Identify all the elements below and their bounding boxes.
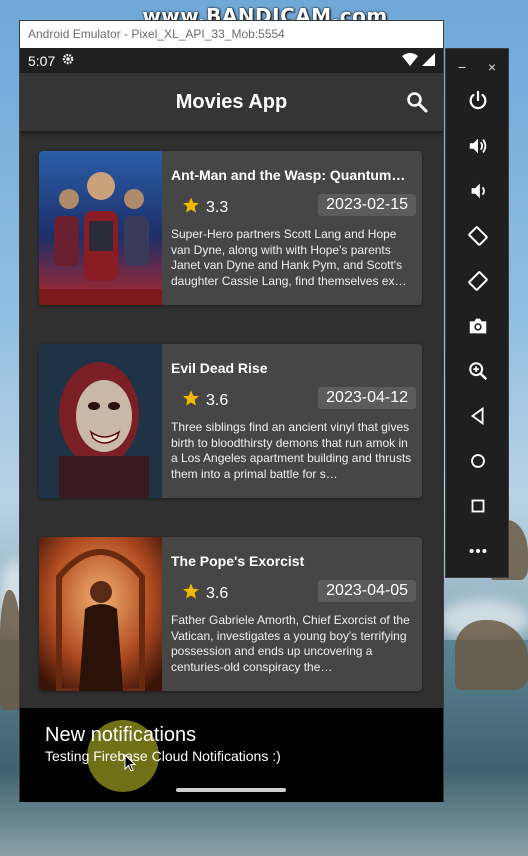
back-icon [467, 405, 489, 432]
home-icon [467, 450, 489, 477]
wifi-icon [402, 52, 418, 69]
release-date: 2023-04-12 [318, 387, 416, 409]
close-button[interactable]: × [488, 59, 496, 81]
star-icon [182, 389, 200, 412]
rotate-left-button[interactable] [446, 216, 510, 261]
volume-up-button[interactable] [446, 126, 510, 171]
signal-icon [422, 52, 435, 69]
movie-card[interactable]: Ant-Man and the Wasp: Quantum… 3.3 2023-… [39, 151, 422, 305]
rotate-right-button[interactable] [446, 261, 510, 306]
camera-icon [467, 315, 489, 342]
movie-card[interactable]: Evil Dead Rise 3.6 2023-04-12 Three sibl… [39, 344, 422, 498]
movie-title: Ant-Man and the Wasp: Quantum… [171, 167, 406, 183]
rotate-right-icon [467, 270, 489, 297]
movie-overview: Super-Hero partners Scott Lang and Hope … [171, 227, 407, 288]
movie-rating: 3.6 [182, 582, 228, 605]
emulator-window: Android Emulator - Pixel_XL_API_33_Mob:5… [19, 20, 444, 802]
back-button[interactable] [446, 396, 510, 441]
volume-down-icon [467, 180, 489, 207]
home-button[interactable] [446, 441, 510, 486]
volume-down-button[interactable] [446, 171, 510, 216]
gesture-nav-handle[interactable] [176, 788, 286, 792]
star-icon [182, 582, 200, 605]
search-icon[interactable] [405, 90, 429, 114]
movie-rating: 3.6 [182, 389, 228, 412]
rating-value: 3.6 [206, 391, 229, 409]
movie-poster [39, 537, 162, 691]
notification-banner[interactable]: New notifications Testing Firebase Cloud… [20, 708, 443, 802]
rating-value: 3.3 [206, 198, 229, 216]
volume-up-icon [467, 135, 489, 162]
zoom-icon [467, 360, 489, 387]
overview-button[interactable] [446, 486, 510, 531]
emulator-title: Android Emulator - Pixel_XL_API_33_Mob:5… [20, 21, 443, 48]
mouse-cursor-icon [124, 753, 137, 777]
movie-card[interactable]: The Pope's Exorcist 3.6 2023-04-05 Fathe… [39, 537, 422, 691]
movie-overview: Three siblings find an ancient vinyl tha… [171, 420, 412, 481]
movie-title: The Pope's Exorcist [171, 553, 305, 569]
movie-rating: 3.3 [182, 196, 228, 219]
overview-icon [467, 495, 489, 522]
power-icon [467, 90, 489, 117]
notification-body: Testing Firebase Cloud Notifications :) [45, 748, 281, 764]
app-title: Movies App [175, 90, 288, 113]
more-icon [467, 540, 489, 567]
status-bar: 5:07 [20, 48, 443, 73]
movie-poster [39, 151, 162, 305]
zoom-button[interactable] [446, 351, 510, 396]
release-date: 2023-02-15 [318, 194, 416, 216]
screenshot-button[interactable] [446, 306, 510, 351]
phone-screen: 5:07 Movies App Ant-Man and the Wasp: Qu… [20, 48, 443, 802]
app-bar: Movies App [20, 73, 443, 131]
rating-value: 3.6 [206, 584, 229, 602]
notification-title: New notifications [45, 724, 197, 746]
minimize-button[interactable]: − [458, 59, 466, 81]
movie-title: Evil Dead Rise [171, 360, 268, 376]
release-date: 2023-04-05 [318, 580, 416, 602]
more-button[interactable] [446, 531, 510, 576]
status-time: 5:07 [28, 52, 56, 69]
emulator-control-panel: − × [445, 48, 509, 578]
power-button[interactable] [446, 81, 510, 126]
rotate-left-icon [467, 225, 489, 252]
movie-poster [39, 344, 162, 498]
settings-gear-icon [61, 52, 75, 69]
star-icon [182, 196, 200, 219]
movie-overview: Father Gabriele Amorth, Chief Exorcist o… [171, 613, 410, 674]
